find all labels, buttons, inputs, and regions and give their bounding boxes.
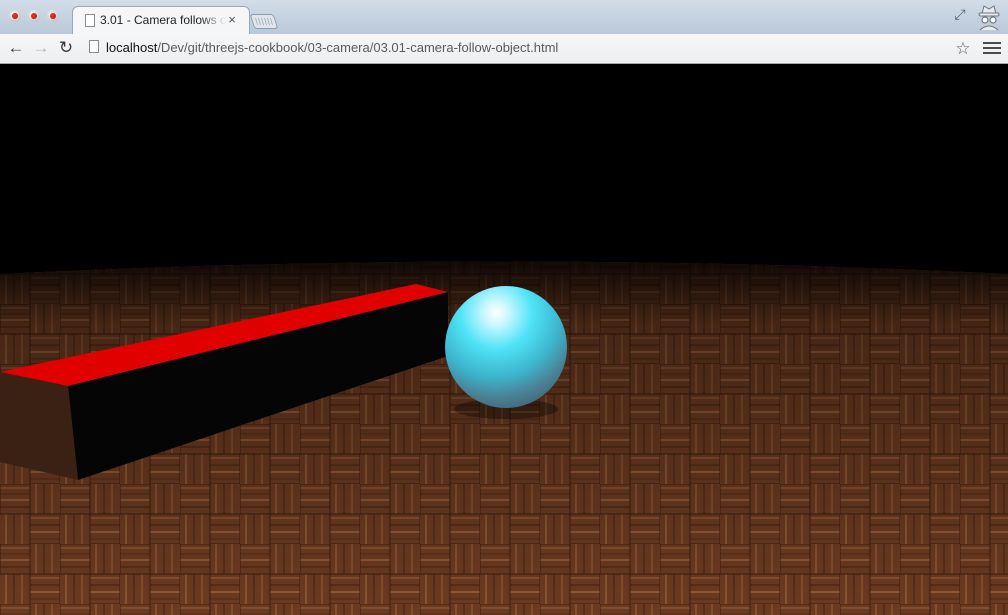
close-window-button[interactable] [9,10,21,22]
scene-render [0,261,1008,615]
webgl-canvas[interactable] [0,64,1008,615]
close-tab-icon[interactable]: × [225,12,239,28]
address-bar[interactable]: localhost/Dev/git/threejs-cookbook/03-ca… [84,36,980,60]
browser-tab[interactable]: 3.01 - Camera follows object × [72,6,250,34]
tab-strip: 3.01 - Camera follows object × ⤢ [0,0,1008,34]
zoom-window-button[interactable] [47,10,59,22]
page-icon [85,14,95,27]
back-button[interactable]: ← [6,38,26,58]
reload-button[interactable]: ↻ [56,38,76,58]
incognito-profile-icon[interactable] [974,3,1004,31]
browser-toolbar: ← → ↻ localhost/Dev/git/threejs-cookbook… [0,34,1008,64]
tab-title: 3.01 - Camera follows object [100,13,226,27]
new-tab-button[interactable] [249,14,279,29]
url-path: /Dev/git/threejs-cookbook/03-camera/03.0… [157,40,559,55]
bookmark-star-icon[interactable]: ☆ [953,40,973,58]
fullscreen-icon[interactable]: ⤢ [952,6,968,22]
minimize-window-button[interactable] [28,10,40,22]
forward-button[interactable]: → [31,38,51,58]
page-icon [89,40,99,53]
url-text[interactable]: localhost/Dev/git/threejs-cookbook/03-ca… [106,40,558,56]
menu-icon[interactable] [983,42,1001,56]
url-host: localhost [106,40,158,55]
